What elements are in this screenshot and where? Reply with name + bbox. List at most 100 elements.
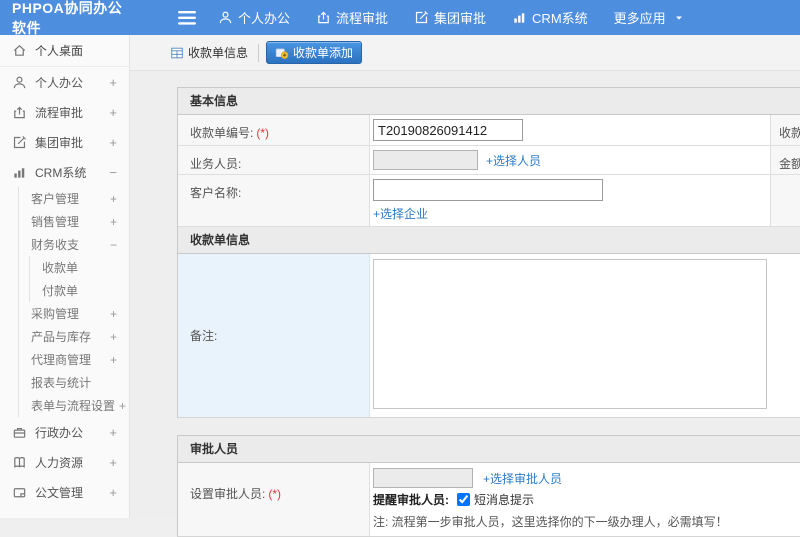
doc-icon xyxy=(13,487,26,497)
approver-cell: +选择审批人员 提醒审批人员: 短消息提示 注: 流程第一步审批人员，这里选择你… xyxy=(370,463,800,536)
receipt-no-input[interactable] xyxy=(373,119,523,141)
caret-down-icon xyxy=(675,16,682,20)
book-icon xyxy=(14,456,25,468)
sidebar-subitem-customer-management[interactable]: 客户管理 + xyxy=(19,187,129,210)
customer-name-input[interactable] xyxy=(373,179,603,201)
subitem-label: 表单与流程设置 xyxy=(31,399,116,413)
customer-name-label: 客户名称: xyxy=(178,175,370,226)
set-approver-label: 设置审批人员: (*) xyxy=(178,463,370,536)
tab-receipt-add[interactable]: 收款单添加 xyxy=(266,41,363,64)
receipt-form: 基本信息 收款单编号:(*) 收款单 业务人员: +选择人员 金额: xyxy=(130,71,800,537)
receipt-no-cell xyxy=(370,115,770,145)
sidebar-subitem-product-inventory[interactable]: 产品与库存 + xyxy=(19,325,129,348)
subitem-label: 销售管理 xyxy=(31,215,80,229)
sidebar-item-crm[interactable]: CRM系统 − xyxy=(0,157,129,187)
finance-submenu: 收款单 付款单 xyxy=(29,256,129,302)
expand-indicator: + xyxy=(109,454,117,470)
nav-label: 个人办公 xyxy=(238,11,291,26)
sidebar-subitem-sales-management[interactable]: 销售管理 + xyxy=(19,210,129,233)
select-person-link[interactable]: +选择人员 xyxy=(486,152,541,169)
remark-cell xyxy=(370,254,800,417)
expand-indicator: + xyxy=(109,306,117,321)
nav-label: 集团审批 xyxy=(434,11,487,26)
edit-icon xyxy=(415,11,429,24)
sidebar-item-label: 集团审批 xyxy=(35,135,84,150)
nav-label: CRM系统 xyxy=(532,11,588,26)
app-logo: PHPOA协同办公软件 xyxy=(12,0,123,36)
approval-table: 审批人员 设置审批人员:(*) +选择审批人员 提醒审批人员: 短消息提示 注 xyxy=(177,435,800,537)
sidebar-item-admin-office[interactable]: 行政办公 + xyxy=(0,417,129,447)
subitem-label: 收款单 xyxy=(42,261,79,275)
section-header-approval: 审批人员 xyxy=(178,436,800,463)
required-mark: (*) xyxy=(256,126,270,140)
sidebar-item-document-management[interactable]: 公文管理 + xyxy=(0,477,129,507)
menu-toggle-button[interactable] xyxy=(178,10,196,25)
expand-indicator: + xyxy=(119,398,127,413)
sidebar-subitem-finance[interactable]: 财务收支 − xyxy=(19,233,129,256)
expand-indicator: + xyxy=(109,191,117,206)
select-company-link[interactable]: +选择企业 xyxy=(373,207,428,221)
tab-receipt-info[interactable]: 收款单信息 xyxy=(162,41,256,64)
receipt-date-label: 收款单 xyxy=(770,115,800,145)
nav-crm-system[interactable]: CRM系统 xyxy=(512,8,588,27)
nav-group-approval[interactable]: 集团审批 xyxy=(414,8,486,27)
field-label: 收款单编号: xyxy=(190,126,254,140)
tab-divider xyxy=(258,43,260,62)
remind-approver-line: 提醒审批人员: 短消息提示 xyxy=(373,491,800,508)
amount-label: 金额: xyxy=(770,146,800,174)
row-set-approver: 设置审批人员: (*) +选择审批人员 提醒审批人员: 短消息提示 注: 流程第一… xyxy=(178,463,800,536)
approver-input[interactable] xyxy=(373,468,473,488)
sidebar-item-label: 流程审批 xyxy=(35,105,84,120)
sidebar-subitem-receipt[interactable]: 收款单 xyxy=(30,256,129,279)
nav-label: 流程审批 xyxy=(336,11,389,26)
required-mark: (*) xyxy=(268,487,282,501)
table-icon xyxy=(171,47,183,58)
sidebar-item-label: 行政办公 xyxy=(35,425,84,440)
subitem-label: 代理商管理 xyxy=(31,353,92,367)
sidebar-item-hr[interactable]: 人力资源 + xyxy=(0,447,129,477)
expand-indicator: + xyxy=(109,329,117,344)
sidebar-item-desktop[interactable]: 个人桌面 xyxy=(0,35,129,67)
chart-icon xyxy=(14,167,25,178)
basic-info-table: 基本信息 收款单编号:(*) 收款单 业务人员: +选择人员 金额: xyxy=(177,87,800,418)
sales-person-input xyxy=(373,150,478,170)
nav-label: 更多应用 xyxy=(613,11,666,26)
add-receipt-icon xyxy=(275,48,289,59)
row-remark: 备注: xyxy=(178,254,800,417)
subitem-label: 财务收支 xyxy=(31,238,80,252)
collapse-indicator: − xyxy=(109,164,117,180)
sidebar-item-personal-office[interactable]: 个人办公 + xyxy=(0,67,129,97)
remind-label: 提醒审批人员: xyxy=(373,493,449,507)
tab-label: 收款单信息 xyxy=(188,46,249,60)
chart-icon xyxy=(514,13,525,23)
remark-label: 备注: xyxy=(178,254,370,417)
sidebar-subitem-purchase-management[interactable]: 采购管理 + xyxy=(19,302,129,325)
row-sales-person: 业务人员: +选择人员 金额: xyxy=(178,146,800,175)
collapse-indicator: − xyxy=(109,237,117,252)
select-approver-link[interactable]: +选择审批人员 xyxy=(483,470,562,487)
sidebar-subitem-form-flow-settings[interactable]: 表单与流程设置 + xyxy=(19,394,129,417)
process-icon xyxy=(14,106,25,118)
sidebar-subitem-reports-statistics[interactable]: 报表与统计 xyxy=(19,371,129,394)
receipt-no-label: 收款单编号: (*) xyxy=(178,115,370,145)
sidebar-item-group-approval[interactable]: 集团审批 + xyxy=(0,127,129,157)
tab-label: 收款单添加 xyxy=(293,46,354,60)
sidebar-item-process-approval[interactable]: 流程审批 + xyxy=(0,97,129,127)
expand-indicator: + xyxy=(109,134,117,150)
remark-textarea[interactable] xyxy=(373,259,767,409)
row-customer-name: 客户名称: +选择企业 xyxy=(178,175,800,227)
sidebar-subitem-payment[interactable]: 付款单 xyxy=(30,279,129,302)
sms-remind-checkbox[interactable] xyxy=(457,493,470,506)
nav-process-approval[interactable]: 流程审批 xyxy=(316,8,388,27)
nav-more-apps[interactable]: 更多应用 xyxy=(614,8,685,27)
sidebar-item-label: 个人桌面 xyxy=(35,44,84,58)
top-nav: 个人办公 流程审批 集团审批 CRM系统 更多应用 xyxy=(218,8,711,27)
process-icon xyxy=(318,11,329,24)
edit-icon xyxy=(13,135,26,148)
sales-person-cell: +选择人员 xyxy=(370,146,770,174)
sidebar-subitem-agent-management[interactable]: 代理商管理 + xyxy=(19,348,129,371)
table-gap xyxy=(177,418,800,435)
subitem-label: 付款单 xyxy=(42,284,79,298)
user-icon xyxy=(13,76,26,88)
nav-personal-office[interactable]: 个人办公 xyxy=(218,8,290,27)
